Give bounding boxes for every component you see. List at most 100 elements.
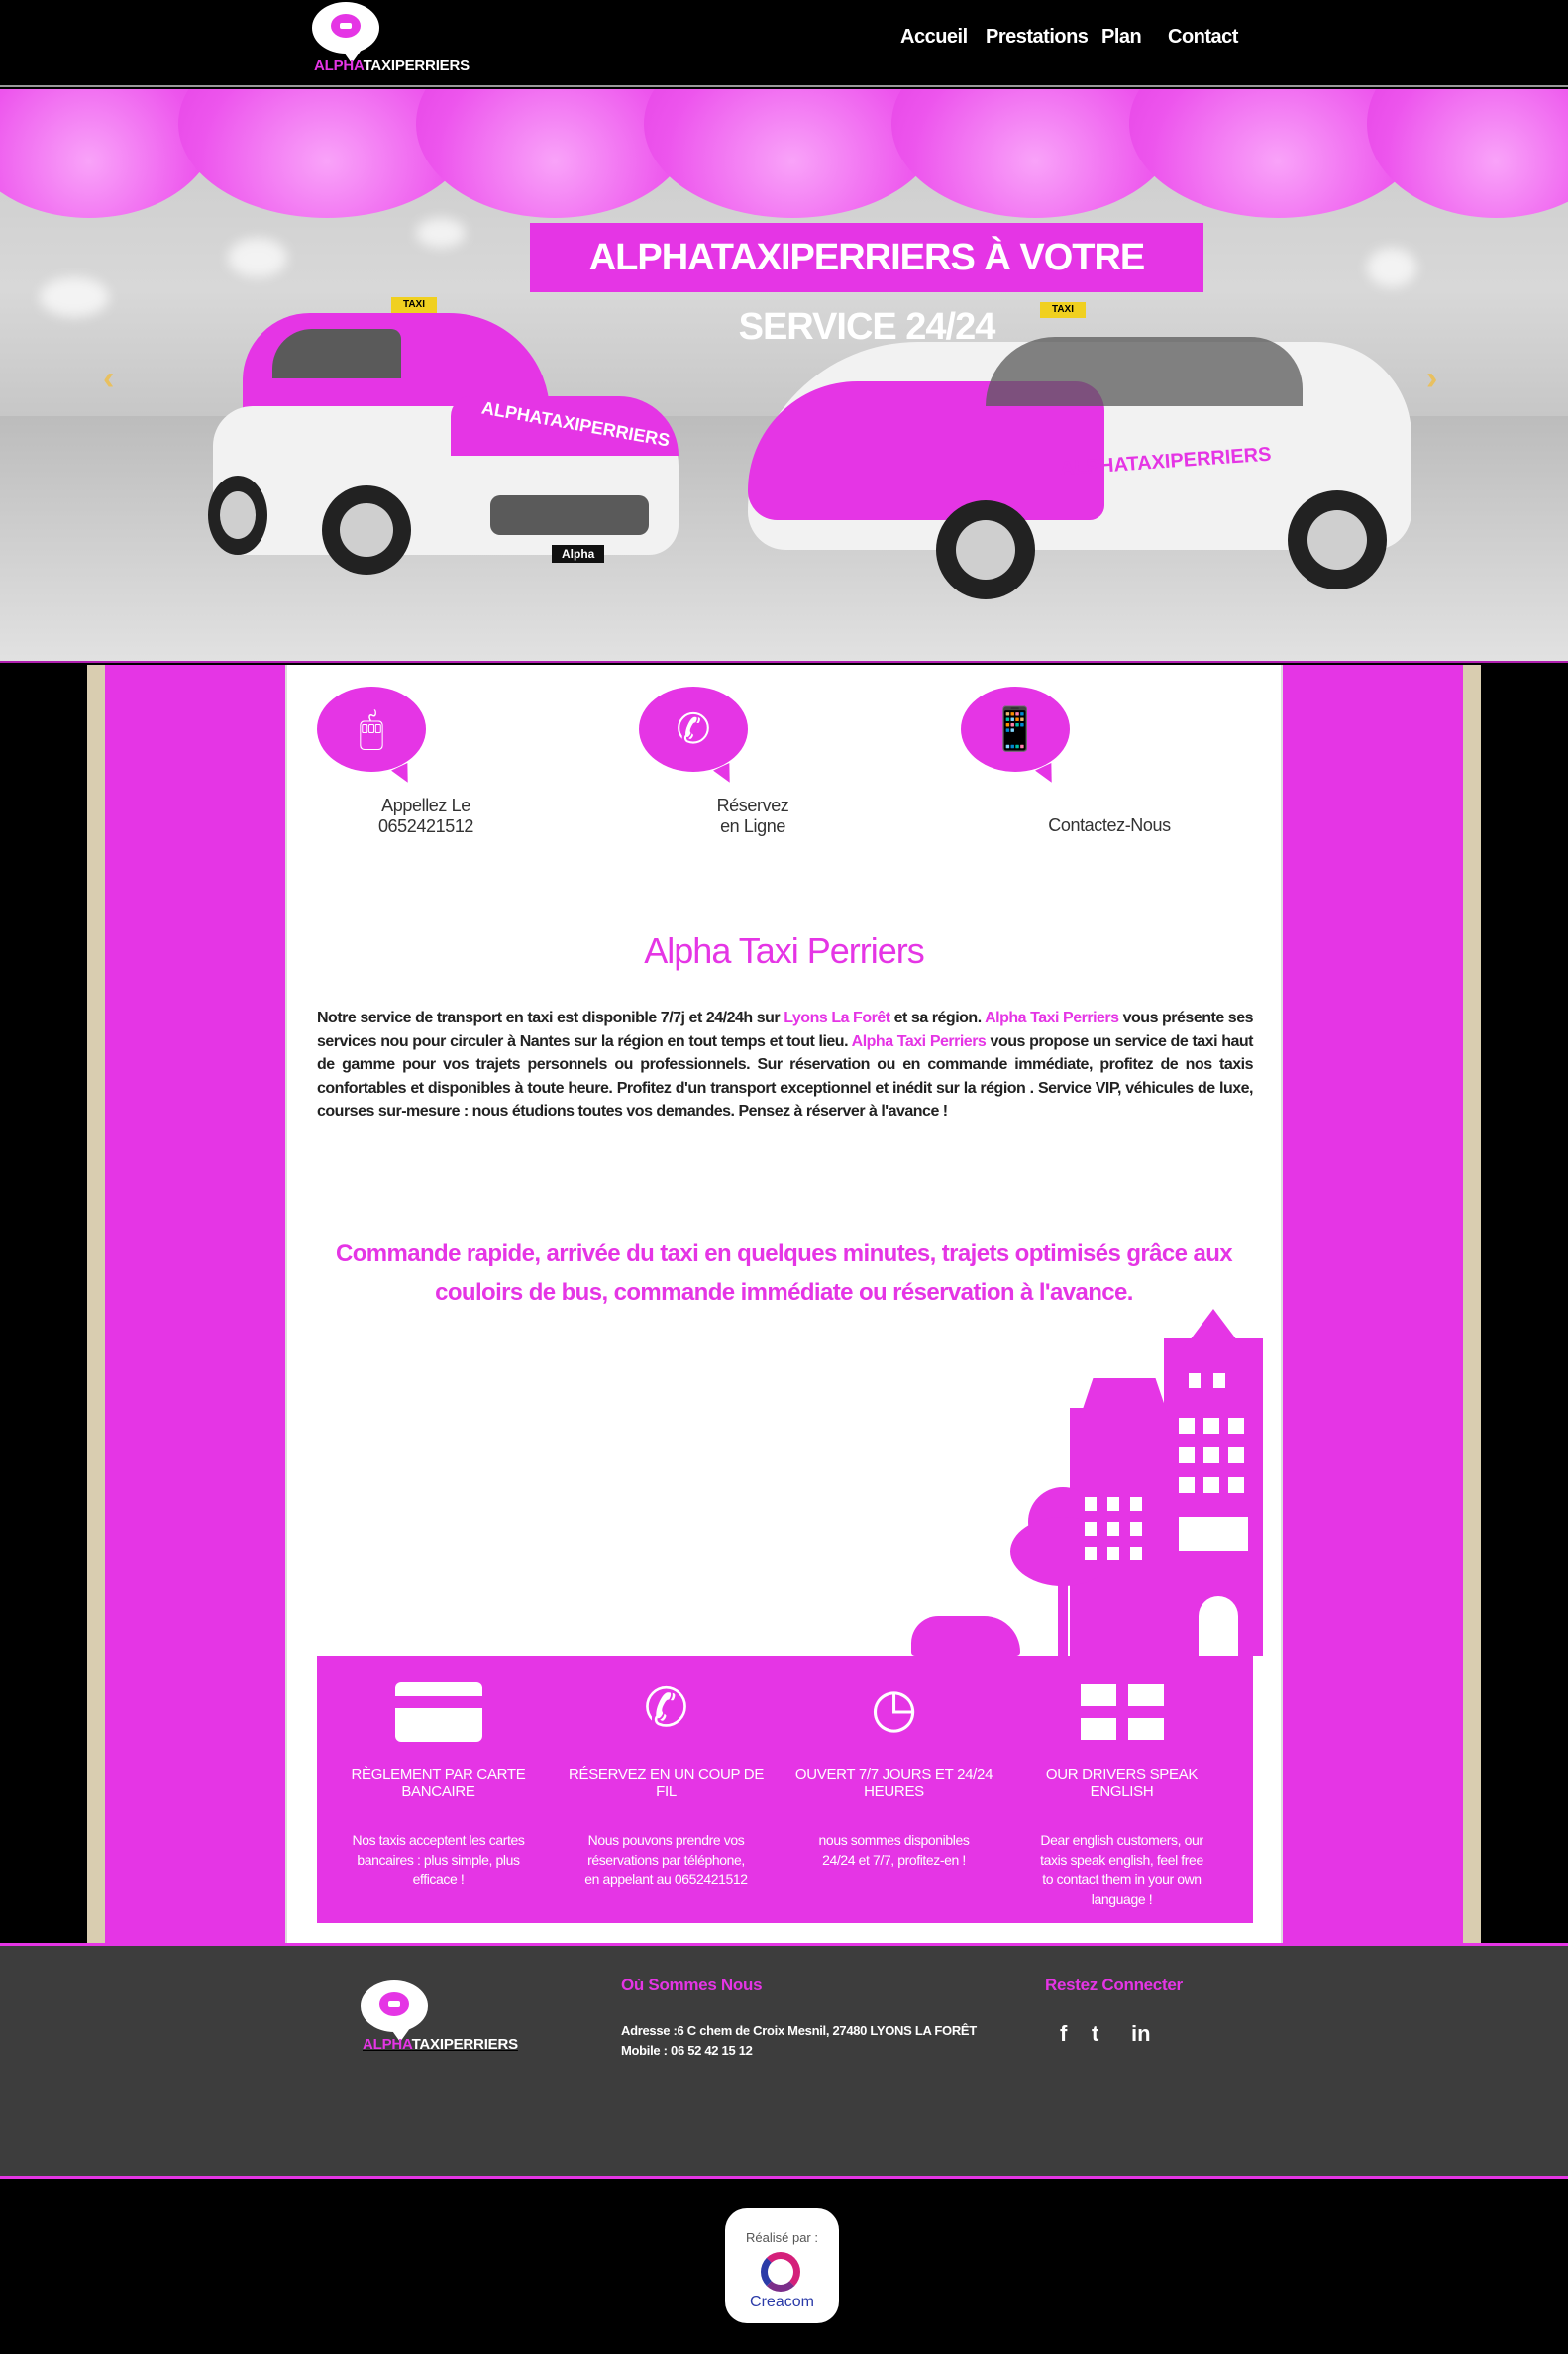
footer-logo[interactable]: ALPHATAXIPERRIERS: [359, 1980, 518, 2060]
window: [1085, 1497, 1097, 1511]
site-logo[interactable]: ALPHATAXIPERRIERS: [310, 2, 470, 81]
taxi-car-left: TAXI ALPHATAXIPERRIERS Alpha: [203, 297, 688, 575]
benefit-desc: Nos taxis acceptent les cartes bancaires…: [352, 1832, 525, 1887]
door: [1199, 1596, 1238, 1656]
hero-title: ALPHATAXIPERRIERS À VOTRE SERVICE 24/24: [530, 223, 1203, 348]
footer-address: Adresse :6 C chem de Croix Mesnil, 27480…: [621, 2023, 977, 2038]
benefit-title: RÈGLEMENT PAR CARTE BANCAIRE: [351, 1766, 526, 1800]
car-plate: Alpha: [552, 545, 605, 563]
window: [1179, 1477, 1195, 1493]
nav-prestations[interactable]: Prestations: [986, 26, 1089, 49]
creacom-logo-icon: [761, 2252, 800, 2292]
footer-where-title: Où Sommes Nous: [621, 1976, 763, 1994]
car-wheel: [322, 485, 411, 575]
footer-contact-info: Adresse :6 C chem de Croix Mesnil, 27480…: [621, 2021, 977, 2061]
slider-prev-arrow[interactable]: ‹: [103, 360, 114, 398]
tower-roof: [1184, 1309, 1243, 1348]
about-link-alpha[interactable]: Alpha Taxi Perriers: [985, 1010, 1119, 1026]
benefit-english: OUR DRIVERS SPEAK ENGLISH Dear english c…: [1010, 1656, 1233, 1923]
mouse-icon: 🖱: [359, 705, 384, 752]
window: [1179, 1447, 1195, 1463]
window: [1189, 1373, 1201, 1388]
window: [1085, 1522, 1097, 1536]
feature-book-online-label: Réservez en Ligne: [716, 796, 789, 836]
window: [1107, 1497, 1119, 1511]
footer-mobile: Mobile : 06 52 42 15 12: [621, 2043, 753, 2058]
benefit-opening-hours: ◷ OUVERT 7/7 JOURS ET 24/24 HEURES nous …: [783, 1656, 1005, 1923]
hero-slider: ALPHATAXIPERRIERS À VOTRE SERVICE 24/24 …: [0, 89, 1568, 663]
nav-plan[interactable]: Plan: [1101, 26, 1142, 49]
window: [1107, 1547, 1119, 1560]
window: [1213, 1373, 1225, 1388]
mid-roof: [1080, 1378, 1169, 1418]
window: [1130, 1497, 1142, 1511]
cloud-decoration: [1367, 89, 1568, 218]
benefit-phone-booking: ✆ RÉSERVEZ EN UN COUP DE FIL Nous pouvon…: [555, 1656, 778, 1923]
logo-wordmark: ALPHATAXIPERRIERS: [363, 2036, 518, 2053]
taxi-car-right: TAXI ALPHATAXIPERRIERS: [738, 302, 1421, 599]
window: [1228, 1477, 1244, 1493]
tree-trunk: [1058, 1576, 1068, 1656]
phone-icon: ✆: [676, 705, 711, 752]
feature-book-online[interactable]: ✆ Réservez en Ligne: [639, 687, 837, 836]
slider-next-arrow[interactable]: ›: [1426, 360, 1437, 398]
feature-call-label: Appellez Le 0652421512: [377, 796, 474, 836]
window: [1203, 1447, 1219, 1463]
main-area: 🖱 Appellez Le 0652421512 ✆ Réservez en L…: [0, 665, 1568, 1943]
window: [1130, 1547, 1142, 1560]
phone-ring-icon: ✆: [643, 1678, 689, 1738]
creacom-credit[interactable]: Réalisé par : Creacom: [725, 2208, 839, 2323]
city-illustration: [763, 1309, 1263, 1656]
nav-accueil[interactable]: Accueil: [900, 26, 968, 49]
feature-call[interactable]: 🖱 Appellez Le 0652421512: [317, 687, 515, 836]
about-link-lyons[interactable]: Lyons La Forêt: [784, 1010, 890, 1026]
bokeh-light: [1367, 248, 1416, 287]
benefit-desc: Nous pouvons prendre vos réservations pa…: [584, 1832, 748, 1887]
linkedin-icon[interactable]: in: [1131, 2021, 1151, 2047]
credit-card-icon: [327, 1675, 550, 1742]
feature-bubble: 🖱: [317, 687, 426, 772]
feature-contact-label: Contactez-Nous: [1048, 815, 1171, 835]
about-paragraph: Notre service de transport en taxi est d…: [317, 1007, 1254, 1124]
twitter-icon[interactable]: t: [1092, 2021, 1098, 2047]
footer-social-title: Restez Connecter: [1045, 1976, 1183, 1994]
car-grille: [490, 495, 649, 535]
taxi-icon: [379, 1992, 409, 2016]
window: [1228, 1447, 1244, 1463]
car-wheel: [936, 500, 1035, 599]
main-content: 🖱 Appellez Le 0652421512 ✆ Réservez en L…: [285, 665, 1283, 1943]
car-window: [986, 337, 1303, 406]
car-window: [272, 329, 401, 378]
credit-label: Réalisé par :: [746, 2230, 818, 2245]
uk-flag-icon: [1010, 1675, 1233, 1741]
window: [1107, 1522, 1119, 1536]
facebook-icon[interactable]: f: [1060, 2021, 1067, 2047]
taxi-roof-sign: TAXI: [391, 297, 437, 313]
window: [1130, 1522, 1142, 1536]
window: [1085, 1547, 1097, 1560]
bokeh-light: [40, 277, 109, 317]
benefit-title: OUVERT 7/7 JOURS ET 24/24 HEURES: [794, 1766, 993, 1800]
decor-side-right: [1283, 665, 1481, 1943]
bokeh-light: [228, 238, 287, 277]
smartphone-icon: 📱: [989, 705, 1042, 752]
benefits-band: RÈGLEMENT PAR CARTE BANCAIRE Nos taxis a…: [317, 1656, 1253, 1923]
window: [1179, 1418, 1195, 1434]
feature-bubble: 📱: [961, 687, 1070, 772]
nav-contact[interactable]: Contact: [1168, 26, 1238, 49]
window: [1203, 1418, 1219, 1434]
feature-contact[interactable]: 📱 Contactez-Nous: [961, 687, 1171, 835]
about-text: Notre service de transport en taxi est d…: [317, 1010, 784, 1026]
benefit-card-payment: RÈGLEMENT PAR CARTE BANCAIRE Nos taxis a…: [327, 1656, 550, 1923]
clock-icon: ◷: [870, 1678, 918, 1738]
benefit-title: RÉSERVEZ EN UN COUP DE FIL: [568, 1766, 765, 1800]
logo-wordmark: ALPHATAXIPERRIERS: [314, 57, 470, 74]
tagline: Commande rapide, arrivée du taxi en quel…: [335, 1240, 1233, 1306]
about-link-alpha-2[interactable]: Alpha Taxi Perriers: [852, 1033, 987, 1050]
small-car: [911, 1616, 1020, 1656]
taxi-roof-sign: TAXI: [1040, 302, 1086, 318]
site-footer: ALPHATAXIPERRIERS Où Sommes Nous Adresse…: [0, 1943, 1568, 2179]
feature-bubble: ✆: [639, 687, 748, 772]
benefit-title: OUR DRIVERS SPEAK ENGLISH: [1045, 1766, 1199, 1800]
bottom-bar: Réalisé par : Creacom: [0, 2179, 1568, 2354]
